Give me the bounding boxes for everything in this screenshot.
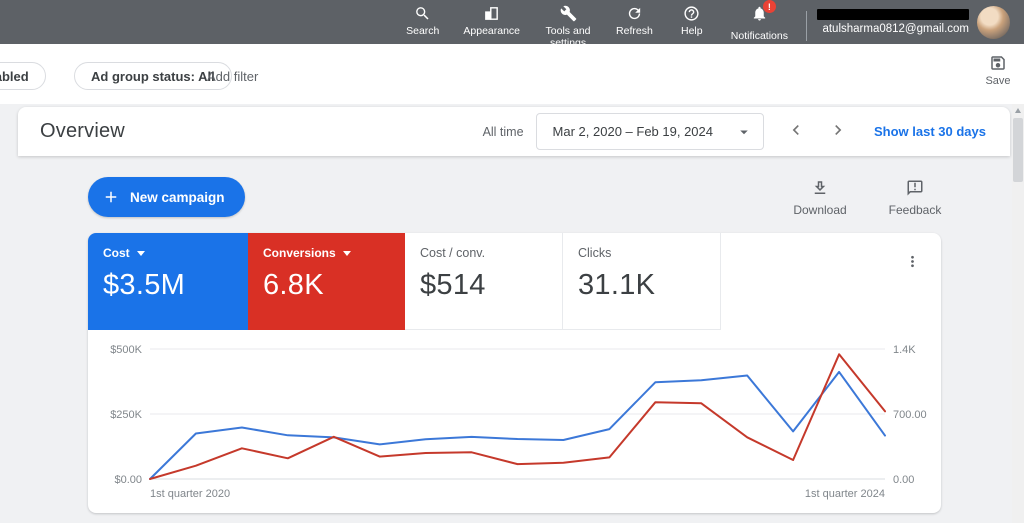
show-last-30-days-link[interactable]: Show last 30 days <box>874 124 986 139</box>
search-icon <box>414 5 431 22</box>
vertical-scrollbar[interactable] <box>1012 104 1024 523</box>
nav-label: Appearance <box>463 25 520 37</box>
scorecard-value: $514 <box>420 269 562 302</box>
nav-tools-settings-button[interactable]: Tools and settings <box>532 0 604 49</box>
feedback-button[interactable]: Feedback <box>875 179 955 217</box>
overview-header: Overview All time Mar 2, 2020 – Feb 19, … <box>18 107 1010 156</box>
caret-down-icon <box>343 251 351 256</box>
bell-icon-wrap: ! <box>751 5 768 27</box>
scorecard-label: Cost / conv. <box>420 246 485 260</box>
account-name-redacted <box>817 9 969 20</box>
download-label: Download <box>793 203 846 217</box>
save-button[interactable]: Save <box>978 54 1018 87</box>
card-actions: Download Feedback <box>780 179 955 217</box>
scorecard-clicks[interactable]: Clicks 31.1K <box>563 233 721 330</box>
filter-bar: us: Enabled Ad group status: All Add fil… <box>0 44 1024 104</box>
appearance-icon <box>483 5 500 22</box>
account-info[interactable]: atulsharma0812@gmail.com <box>817 0 969 44</box>
chevron-left-icon <box>786 120 806 140</box>
next-range-button[interactable] <box>828 120 848 143</box>
top-nav-items: Search Appearance Tools and settings Ref… <box>394 0 800 44</box>
card-overflow-menu-button[interactable] <box>902 251 923 275</box>
right-axis-tick-label: 0.00 <box>893 474 914 486</box>
feedback-label: Feedback <box>889 203 942 217</box>
scorecard-value: $3.5M <box>103 269 248 302</box>
conversions-line <box>150 354 885 479</box>
google-ads-overview-page: Search Appearance Tools and settings Ref… <box>0 0 1024 523</box>
scorecard-spacer <box>721 233 941 330</box>
cost-line <box>150 372 885 479</box>
account-email: atulsharma0812@gmail.com <box>822 23 969 35</box>
feedback-icon <box>906 179 924 197</box>
scorecard-label: Clicks <box>578 246 611 260</box>
scorecard-cost[interactable]: Cost $3.5M <box>88 233 248 330</box>
nav-notifications-button[interactable]: ! Notifications <box>719 0 800 42</box>
download-icon <box>811 179 829 197</box>
page-title: Overview <box>40 120 125 143</box>
nav-label: Refresh <box>616 25 653 37</box>
x-axis-label-end: 1st quarter 2024 <box>805 488 885 500</box>
caret-down-icon <box>137 251 145 256</box>
scorecard-value: 31.1K <box>578 269 720 302</box>
caret-down-icon <box>735 123 753 141</box>
nav-search-button[interactable]: Search <box>394 0 451 37</box>
scrollbar-thumb[interactable] <box>1013 118 1023 182</box>
chevron-right-icon <box>828 120 848 140</box>
scorecard-cost-per-conv[interactable]: Cost / conv. $514 <box>405 233 563 330</box>
right-axis-tick-label: 700.00 <box>893 409 927 421</box>
date-range-picker[interactable]: Mar 2, 2020 – Feb 19, 2024 <box>536 113 764 150</box>
new-campaign-label: New campaign <box>130 190 225 205</box>
timeseries-chart: $500K $250K $0.00 1.4K 700.00 0.00 1st quarter… <box>88 337 941 509</box>
left-axis-tick-label: $0.00 <box>114 474 142 486</box>
add-filter-button[interactable]: Add filter <box>207 62 258 90</box>
right-axis-tick-label: 1.4K <box>893 344 916 356</box>
content-area: Overview All time Mar 2, 2020 – Feb 19, … <box>0 104 1024 523</box>
nav-label: Search <box>406 25 439 37</box>
avatar[interactable] <box>977 6 1010 39</box>
top-navigation-bar: Search Appearance Tools and settings Ref… <box>0 0 1024 44</box>
x-axis-label-start: 1st quarter 2020 <box>150 488 230 500</box>
refresh-icon <box>626 5 643 22</box>
save-icon <box>989 54 1007 72</box>
save-label: Save <box>985 75 1010 87</box>
nav-refresh-button[interactable]: Refresh <box>604 0 665 37</box>
kebab-menu-icon <box>904 253 921 270</box>
campaign-status-filter-pill[interactable]: us: Enabled <box>0 62 46 90</box>
scrollbar-up-arrow-icon[interactable] <box>1015 108 1021 113</box>
overview-chart-card: Cost $3.5M Conversions 6.8K Cost / conv.… <box>88 233 941 513</box>
new-campaign-button[interactable]: New campaign <box>88 177 245 217</box>
download-button[interactable]: Download <box>780 179 860 217</box>
left-axis-tick-label: $500K <box>110 344 142 356</box>
notification-badge: ! <box>763 0 776 13</box>
date-range-value: Mar 2, 2020 – Feb 19, 2024 <box>553 124 713 139</box>
range-preset-label: All time <box>483 125 524 139</box>
scorecard-label: Cost <box>103 246 130 260</box>
left-axis-tick-label: $250K <box>110 409 142 421</box>
nav-help-button[interactable]: Help <box>665 0 719 37</box>
wrench-icon <box>560 5 577 22</box>
scorecard-label: Conversions <box>263 246 336 260</box>
nav-appearance-button[interactable]: Appearance <box>451 0 532 37</box>
scorecard-value: 6.8K <box>263 269 405 302</box>
topbar-divider <box>806 11 807 41</box>
scorecard-conversions[interactable]: Conversions 6.8K <box>248 233 405 330</box>
plus-icon <box>102 188 120 206</box>
date-range-controls: All time Mar 2, 2020 – Feb 19, 2024 Show… <box>483 113 986 150</box>
previous-range-button[interactable] <box>786 120 806 143</box>
help-icon <box>683 5 700 22</box>
nav-label: Help <box>681 25 703 37</box>
nav-label: Notifications <box>731 30 788 42</box>
scorecard-row: Cost $3.5M Conversions 6.8K Cost / conv.… <box>88 233 941 330</box>
